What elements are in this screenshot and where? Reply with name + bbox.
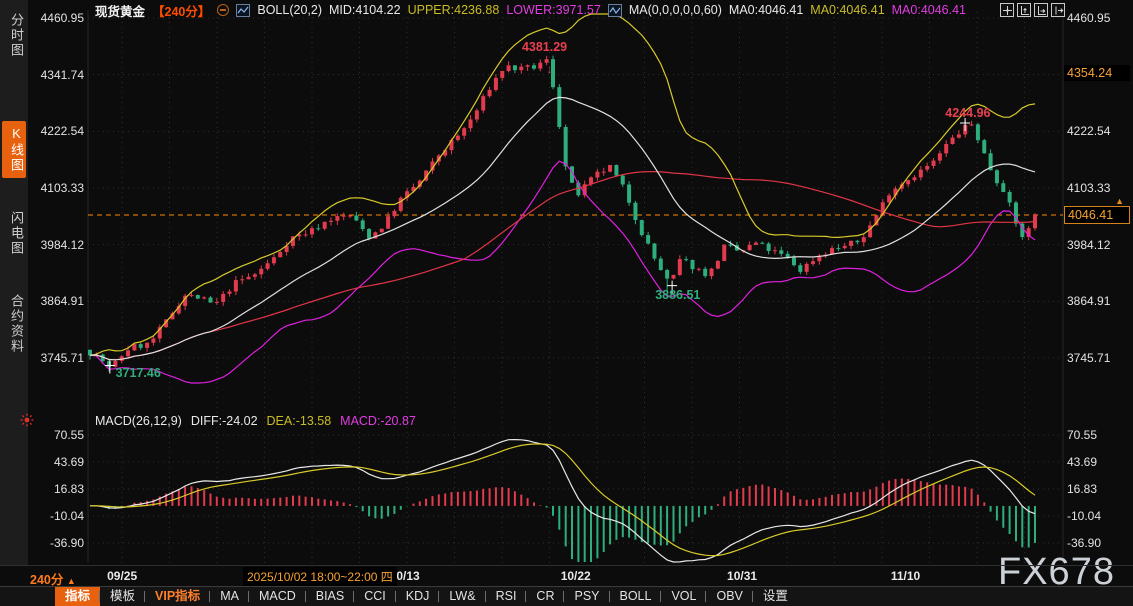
cross-marker (960, 118, 970, 131)
sidebar-item-闪电图[interactable]: 闪电图 (2, 206, 26, 261)
symbol-name: 现货黄金 (95, 1, 145, 20)
boll-lower-value: LOWER:3971.57 (506, 3, 601, 17)
tab-BIAS[interactable]: BIAS (306, 587, 355, 606)
crosshair-tool-icon[interactable] (1000, 3, 1014, 17)
sidebar-item-分时图[interactable]: 分时图 (2, 8, 26, 63)
tab-KDJ[interactable]: KDJ (396, 587, 440, 606)
boll-indicator-icon[interactable] (236, 4, 250, 17)
macd-diff-value: DIFF:-24.02 (191, 414, 258, 428)
main-chart-canvas[interactable]: ↓↓ (0, 0, 1133, 606)
timeframe-arrow-icon: ▲ (67, 576, 76, 586)
macd-dea-line (90, 444, 1035, 556)
price-up-arrow-icon: ▲ (1115, 196, 1124, 206)
cross-marker (667, 281, 677, 294)
tab-VIP指标[interactable]: VIP指标 (145, 587, 210, 606)
sell-signal-arrow-icon: ↓ (547, 62, 553, 76)
ma60-line (90, 172, 1035, 360)
tab-CCI[interactable]: CCI (354, 587, 396, 606)
ma0-white-value: MA0:4046.41 (729, 3, 803, 17)
ma-indicator-icon[interactable] (608, 4, 622, 17)
macd-label: MACD(26,12,9) (95, 414, 182, 428)
sidebar-item-合约资料[interactable]: 合约资料 (2, 289, 26, 359)
x-axis-row: 240分 ▲ 2025/10/02 18:00~22:00 四 (0, 565, 1133, 586)
macd-dea-value: DEA:-13.58 (267, 414, 332, 428)
current-price-badge: ▲ 4046.41 (1064, 206, 1130, 224)
ma0-yellow-value: MA0:4046.41 (810, 3, 884, 17)
ma0-magenta-value: MA0:4046.41 (892, 3, 966, 17)
period-tag[interactable]: 【240分】 (152, 1, 210, 20)
sell-signal-arrow-icon: ↓ (538, 56, 544, 70)
crosshair-date-tooltip: 2025/10/02 18:00~22:00 四 (243, 567, 397, 586)
macd-macd-value: MACD:-20.87 (340, 414, 416, 428)
chart-app: ↓↓ 现货黄金 【240分】 BOLL(20,2) MID:4104.22 UP… (0, 0, 1133, 606)
boll-label: BOLL(20,2) (257, 3, 322, 17)
session-high-badge: 4354.24 (1064, 65, 1130, 81)
tab-PSY[interactable]: PSY (564, 587, 609, 606)
boll-mid-value: MID:4104.22 (329, 3, 401, 17)
tab-RSI[interactable]: RSI (486, 587, 527, 606)
pop-out-panel-icon[interactable] (1051, 3, 1065, 17)
collapse-indicator-icon[interactable] (217, 4, 229, 16)
tab-指标[interactable]: 指标 (55, 587, 100, 606)
tab-CR[interactable]: CR (526, 587, 564, 606)
macd-legend: MACD(26,12,9) DIFF:-24.02 DEA:-13.58 MAC… (95, 413, 416, 429)
tab-VOL[interactable]: VOL (661, 587, 706, 606)
macd-diff-line (90, 440, 1035, 562)
tab-设置[interactable]: 设置 (753, 587, 798, 606)
tab-模板[interactable]: 模板 (100, 587, 145, 606)
boll-upper-value: UPPER:4236.88 (408, 3, 500, 17)
boll-upper-line (90, 14, 1035, 355)
axis-zoom-horizontal-icon[interactable] (1034, 3, 1048, 17)
tab-BOLL[interactable]: BOLL (610, 587, 662, 606)
tab-MACD[interactable]: MACD (249, 587, 306, 606)
tab-LW&[interactable]: LW& (439, 587, 485, 606)
sidebar-item-K线图[interactable]: K线图 (2, 121, 26, 178)
ma-label: MA(0,0,0,0,0,60) (629, 3, 722, 17)
tab-OBV[interactable]: OBV (706, 587, 752, 606)
current-price-value: 4046.41 (1068, 208, 1113, 222)
chart-tool-buttons (1000, 3, 1065, 17)
chart-legend: 现货黄金 【240分】 BOLL(20,2) MID:4104.22 UPPER… (95, 2, 966, 18)
candlestick-series (88, 56, 1037, 372)
indicator-toolbar: 指标模板VIP指标MAMACDBIASCCIKDJLW&RSICRPSYBOLL… (0, 586, 1133, 606)
tab-MA[interactable]: MA (210, 587, 249, 606)
boll-mid-line (90, 97, 1035, 360)
boll-lower-line (90, 161, 1035, 383)
red-sun-marker-icon[interactable] (20, 413, 34, 432)
axis-zoom-vertical-icon[interactable] (1017, 3, 1031, 17)
left-sidebar: 分时图 K线图闪电图合约资料 (0, 0, 28, 565)
